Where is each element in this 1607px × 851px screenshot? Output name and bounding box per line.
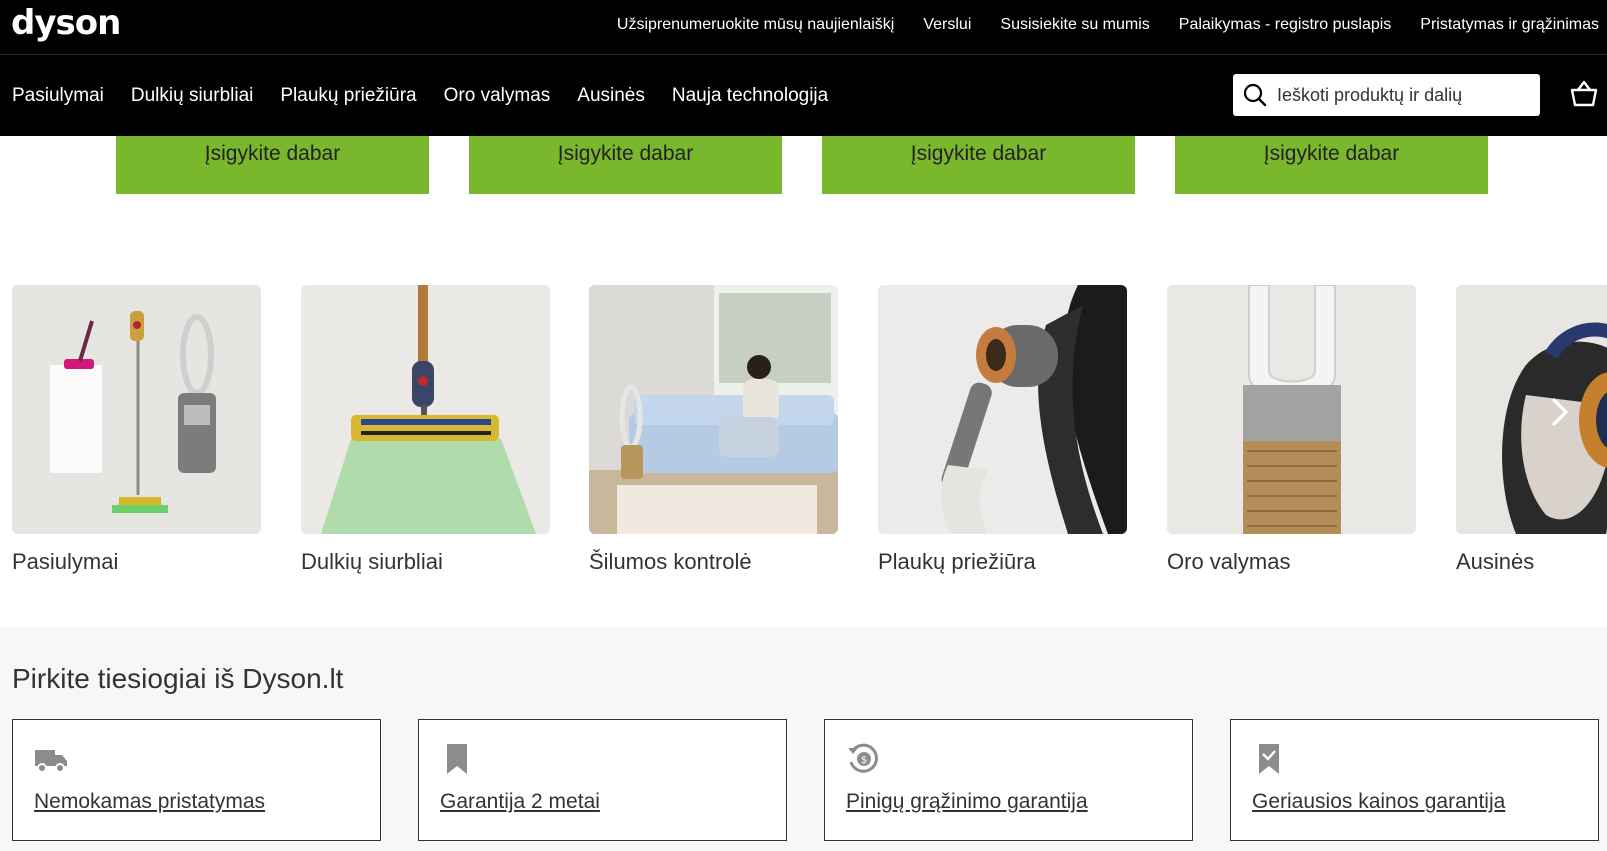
category-card-air-purification[interactable]: Oro valymas xyxy=(1167,285,1416,575)
search-icon[interactable] xyxy=(1233,74,1277,116)
utility-link-delivery-returns[interactable]: Pristatymas ir grąžinimas xyxy=(1420,16,1599,34)
category-carousel: Pasiulymai Dulkių siurbliai Šilumos kont… xyxy=(0,285,1607,585)
buy-direct-section: Pirkite tiesiogiai iš Dyson.lt Nemokamas… xyxy=(0,627,1607,851)
buy-now-button[interactable]: Įsigykite dabar xyxy=(469,136,782,194)
nav-item-vacuums[interactable]: Dulkių siurbliai xyxy=(131,85,254,107)
category-label: Pasiulymai xyxy=(12,549,119,574)
buy-now-button[interactable]: Įsigykite dabar xyxy=(116,136,429,194)
carousel-next-arrow-icon[interactable] xyxy=(1543,395,1577,429)
nav-item-headphones[interactable]: Ausinės xyxy=(577,85,645,107)
feature-card-money-back[interactable]: $ Pinigų grąžinimo garantija xyxy=(824,719,1193,841)
buy-now-button[interactable]: Įsigykite dabar xyxy=(822,136,1135,194)
utility-link-support[interactable]: Palaikymas - registro puslapis xyxy=(1179,16,1392,34)
feature-link[interactable]: Geriausios kainos garantija xyxy=(1252,790,1505,814)
feature-link[interactable]: Pinigų grąžinimo garantija xyxy=(846,790,1088,814)
woman-on-sofa-with-purifier-image xyxy=(589,285,838,534)
category-label: Šilumos kontrolė xyxy=(589,549,752,574)
feature-card-free-delivery[interactable]: Nemokamas pristatymas xyxy=(12,719,381,841)
utility-bar: dyson Užsiprenumeruokite mūsų naujienlai… xyxy=(0,0,1607,55)
main-nav-bar: Pasiulymai Dulkių siurbliai Plaukų priež… xyxy=(0,55,1607,136)
price-check-icon xyxy=(1252,742,1286,776)
basket-icon[interactable] xyxy=(1569,79,1599,109)
money-back-icon: $ xyxy=(846,742,880,776)
utility-nav: Užsiprenumeruokite mūsų naujienlaiškį Ve… xyxy=(588,0,1599,50)
search-box[interactable] xyxy=(1233,74,1540,116)
hair-dryer-image xyxy=(878,285,1127,534)
nav-item-hair-care[interactable]: Plaukų priežiūra xyxy=(280,85,416,107)
main-nav: Pasiulymai Dulkių siurbliai Plaukų priež… xyxy=(12,55,855,136)
svg-text:$: $ xyxy=(861,755,867,766)
category-card-headphones[interactable]: Ausinės xyxy=(1456,285,1607,575)
nav-item-new-technology[interactable]: Nauja technologija xyxy=(672,85,828,107)
nav-item-offers[interactable]: Pasiulymai xyxy=(12,85,104,107)
nav-item-air-purification[interactable]: Oro valymas xyxy=(444,85,551,107)
vacuum-laser-head-image xyxy=(301,285,550,534)
feature-card-best-price[interactable]: Geriausios kainos garantija xyxy=(1230,719,1599,841)
utility-link-newsletter[interactable]: Užsiprenumeruokite mūsų naujienlaiškį xyxy=(617,16,894,34)
feature-link[interactable]: Garantija 2 metai xyxy=(440,790,600,814)
category-card-hair-care[interactable]: Plaukų priežiūra xyxy=(878,285,1127,575)
feature-link[interactable]: Nemokamas pristatymas xyxy=(34,790,265,814)
category-card-heating[interactable]: Šilumos kontrolė xyxy=(589,285,838,575)
headphones-model-image xyxy=(1456,285,1607,534)
air-purifier-image xyxy=(1167,285,1416,534)
truck-icon xyxy=(34,742,68,776)
category-label: Oro valymas xyxy=(1167,549,1291,574)
product-lineup-image xyxy=(12,285,261,534)
category-label: Plaukų priežiūra xyxy=(878,549,1036,574)
category-label: Dulkių siurbliai xyxy=(301,549,443,574)
buy-now-row: Įsigykite dabar Įsigykite dabar Įsigykit… xyxy=(0,136,1607,194)
category-card-vacuums[interactable]: Dulkių siurbliai xyxy=(301,285,550,575)
dyson-logo[interactable]: dyson xyxy=(11,3,121,43)
category-label: Ausinės xyxy=(1456,549,1535,574)
search-input[interactable] xyxy=(1277,84,1527,106)
feature-card-warranty[interactable]: Garantija 2 metai xyxy=(418,719,787,841)
section-title: Pirkite tiesiogiai iš Dyson.lt xyxy=(12,663,344,694)
site-header: dyson Užsiprenumeruokite mūsų naujienlai… xyxy=(0,0,1607,136)
bookmark-icon xyxy=(440,742,474,776)
utility-link-contact[interactable]: Susisiekite su mumis xyxy=(1000,16,1149,34)
buy-now-button[interactable]: Įsigykite dabar xyxy=(1175,136,1488,194)
utility-link-business[interactable]: Verslui xyxy=(923,16,971,34)
category-card-offers[interactable]: Pasiulymai xyxy=(12,285,261,575)
